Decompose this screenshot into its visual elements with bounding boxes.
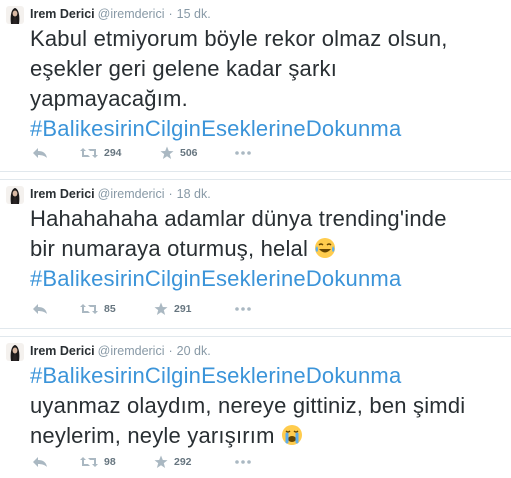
retweet-icon <box>80 148 98 158</box>
user-handle[interactable]: @iremderici <box>98 7 165 21</box>
avatar[interactable] <box>6 343 24 361</box>
user-name[interactable]: Irem Derici <box>30 7 95 21</box>
tweet-header: Irem Derici @iremderici · 18 dk. <box>30 187 211 201</box>
user-name[interactable]: Irem Derici <box>30 187 95 201</box>
hashtag-link[interactable]: #BalikesirinCilginEseklerineDokunma <box>30 264 505 294</box>
user-handle[interactable]: @iremderici <box>98 187 165 201</box>
tweet-header: Irem Derici @iremderici · 15 dk. <box>30 7 211 21</box>
more-button[interactable] <box>234 145 252 161</box>
avatar[interactable] <box>6 6 24 24</box>
hashtag-link[interactable]: #BalikesirinCilginEseklerineDokunma <box>30 114 505 144</box>
reply-icon <box>33 457 47 467</box>
timestamp[interactable]: 15 dk. <box>177 7 211 21</box>
user-name[interactable]: Irem Derici <box>30 344 95 358</box>
retweet-button[interactable]: 98 <box>80 454 116 470</box>
retweet-icon <box>80 304 98 314</box>
tweet[interactable]: Irem Derici @iremderici · 20 dk. #Balikesir… <box>0 336 511 478</box>
retweet-button[interactable]: 85 <box>80 301 116 317</box>
avatar[interactable] <box>6 186 24 204</box>
text-line: Kabul etmiyorum böyle rekor olmaz olsun, <box>30 26 448 51</box>
favorite-button[interactable]: 292 <box>154 454 192 470</box>
tweet-header: Irem Derici @iremderici · 20 dk. <box>30 344 211 358</box>
hashtag-link[interactable]: #BalikesirinCilginEseklerineDokunma <box>30 361 505 391</box>
reply-button[interactable] <box>32 454 48 470</box>
tweet[interactable]: Irem Derici @iremderici · 18 dk. Hahahahaha… <box>0 179 511 329</box>
tears-of-joy-emoji <box>315 238 336 258</box>
reply-button[interactable] <box>32 145 48 161</box>
text-line: Hahahahaha adamlar dünya trending'inde <box>30 206 447 231</box>
crying-face-emoji <box>281 425 302 445</box>
favorite-button[interactable]: 506 <box>160 145 198 161</box>
retweet-count: 98 <box>104 456 116 468</box>
user-handle[interactable]: @iremderici <box>98 344 165 358</box>
star-icon <box>154 455 168 468</box>
reply-icon <box>33 148 47 158</box>
tweet[interactable]: Irem Derici @iremderici · 15 dk. Kabul etmi… <box>0 0 511 172</box>
text-line: yapmayacağım. <box>30 86 188 111</box>
retweet-count: 85 <box>104 303 116 315</box>
more-icon <box>235 460 251 464</box>
tweet-text: Hahahahaha adamlar dünya trending'inde b… <box>30 204 505 294</box>
tweet-text: Kabul etmiyorum böyle rekor olmaz olsun,… <box>30 24 505 144</box>
retweet-button[interactable]: 294 <box>80 145 122 161</box>
favorite-count: 506 <box>180 147 198 159</box>
timestamp[interactable]: 20 dk. <box>177 344 211 358</box>
favorite-count: 292 <box>174 456 192 468</box>
more-icon <box>235 307 251 311</box>
retweet-icon <box>80 457 98 467</box>
more-button[interactable] <box>234 454 252 470</box>
retweet-count: 294 <box>104 147 122 159</box>
more-button[interactable] <box>234 301 252 317</box>
text-line: eşekler geri gelene kadar şarkı <box>30 56 338 81</box>
text-line: uyanmaz olaydım, nereye gittiniz, ben şi… <box>30 393 466 418</box>
reply-icon <box>33 304 47 314</box>
text-line: bir numaraya oturmuş, helal <box>30 234 505 264</box>
favorite-button[interactable]: 291 <box>154 301 192 317</box>
star-icon <box>154 302 168 315</box>
star-icon <box>160 146 174 159</box>
tweet-text: #BalikesirinCilginEseklerineDokunma uyan… <box>30 361 505 451</box>
reply-button[interactable] <box>32 301 48 317</box>
text-line: neylerim, neyle yarışırım <box>30 421 505 451</box>
more-icon <box>235 151 251 155</box>
favorite-count: 291 <box>174 303 192 315</box>
timestamp[interactable]: 18 dk. <box>177 187 211 201</box>
